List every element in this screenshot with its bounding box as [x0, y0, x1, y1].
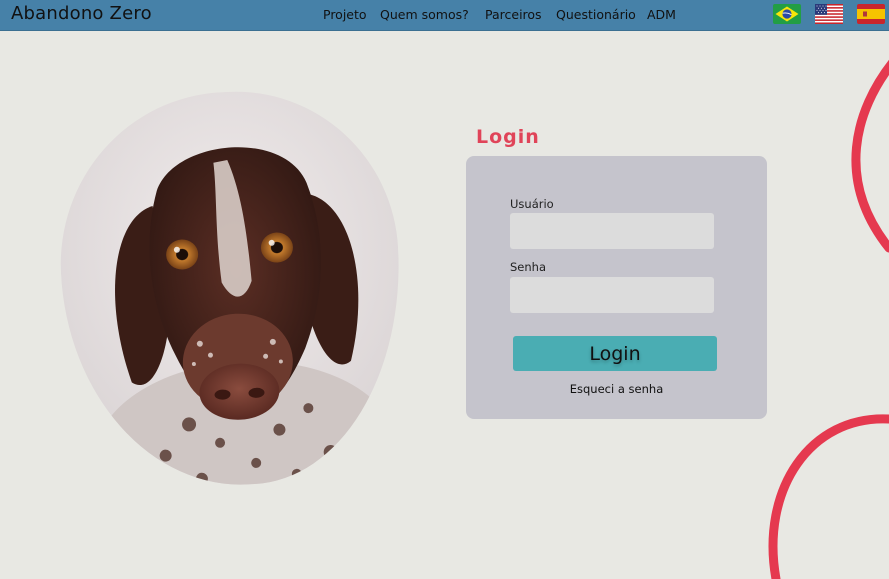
- username-input[interactable]: [510, 213, 714, 249]
- password-label: Senha: [510, 260, 546, 274]
- brand-logo-text[interactable]: Abandono Zero: [11, 3, 152, 24]
- usa-flag-icon[interactable]: [815, 4, 843, 24]
- brazil-flag-icon[interactable]: [773, 4, 801, 24]
- nav-link-questionario[interactable]: Questionário: [556, 7, 636, 22]
- nav-link-quem-somos[interactable]: Quem somos?: [380, 7, 469, 22]
- username-label: Usuário: [510, 197, 554, 211]
- spain-flag-icon[interactable]: [857, 4, 885, 24]
- nav-link-projeto[interactable]: Projeto: [323, 7, 367, 22]
- login-heading: Login: [476, 126, 540, 148]
- nav-link-parceiros[interactable]: Parceiros: [485, 7, 542, 22]
- forgot-password-link[interactable]: Esqueci a senha: [466, 382, 767, 396]
- login-button[interactable]: Login: [513, 336, 717, 371]
- top-navbar: Abandono Zero Projeto Quem somos? Parcei…: [0, 0, 889, 31]
- nav-link-adm[interactable]: ADM: [647, 7, 676, 22]
- login-form: Usuário Senha Login Esqueci a senha: [466, 156, 767, 419]
- password-input[interactable]: [510, 277, 714, 313]
